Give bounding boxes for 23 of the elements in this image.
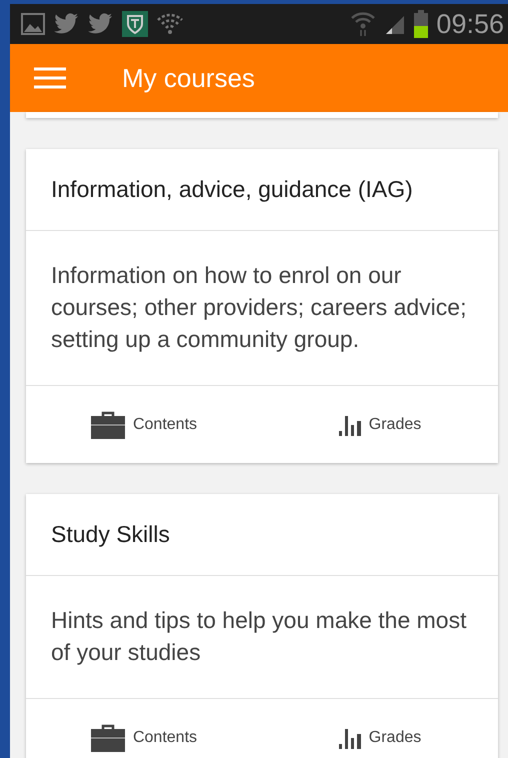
battery-icon: [414, 10, 428, 38]
wifi-icon: [156, 12, 184, 36]
app-bar-title: My courses: [122, 62, 255, 94]
bar-chart-icon: [338, 414, 361, 436]
clock-time: 09:56: [436, 8, 504, 40]
menu-button[interactable]: [34, 66, 66, 90]
image-icon: [20, 11, 46, 37]
course-summary: Information on how to enrol on our courses; other providers; careers advice; setting up a community group.: [51, 262, 466, 352]
grades-button[interactable]: Grades: [262, 699, 498, 758]
grades-button[interactable]: Grades: [262, 386, 498, 463]
course-title: Study Skills: [51, 521, 170, 548]
course-summary: Hints and tips to help you make the most of your studies: [51, 607, 466, 665]
briefcase-icon: [90, 724, 125, 752]
contents-button[interactable]: Contents: [26, 386, 262, 463]
bar-chart-icon: [338, 726, 361, 748]
contents-button[interactable]: Contents: [26, 699, 262, 758]
shield-icon: [122, 11, 148, 37]
bird-icon: [54, 12, 80, 36]
bird-icon: [88, 12, 114, 36]
briefcase-icon: [90, 410, 125, 438]
menu-icon: [34, 66, 66, 90]
course-title: Information, advice, guidance (IAG): [51, 176, 413, 203]
wifi-icon: [350, 10, 376, 38]
